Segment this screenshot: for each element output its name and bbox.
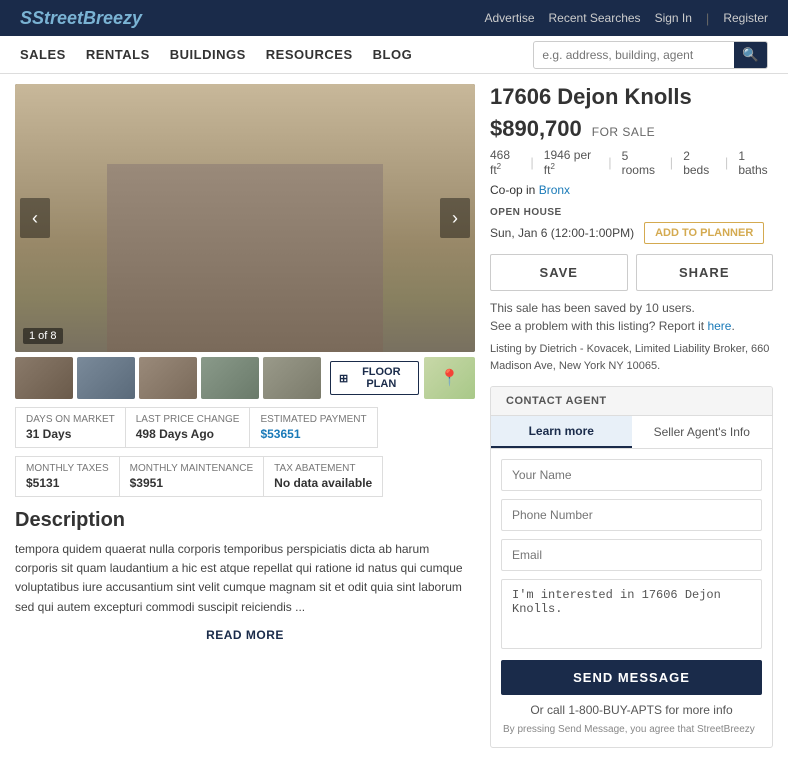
name-input[interactable] (501, 459, 762, 491)
thumbnail-2[interactable] (77, 357, 135, 399)
message-textarea[interactable] (501, 579, 762, 649)
stat-estimated-payment: ESTIMATED PAYMENT $53651 (249, 407, 377, 448)
carousel-prev-button[interactable]: ‹ (20, 198, 50, 238)
thumbnail-1[interactable] (15, 357, 73, 399)
open-house-row: Sun, Jan 6 (12:00-1:00PM) ADD TO PLANNER (490, 222, 773, 244)
stat-days-on-market: DAYS ON MARKET 31 Days (15, 407, 125, 448)
nav-recent-searches[interactable]: Recent Searches (549, 11, 641, 25)
thumbnail-5[interactable] (263, 357, 321, 399)
logo: SStreetBreezy (20, 8, 142, 29)
floor-plan-icon: ⊞ (339, 372, 348, 385)
phone-input[interactable] (501, 499, 762, 531)
property-title: 17606 Dejon Knolls (490, 84, 773, 110)
report-info: See a problem with this listing? Report … (490, 319, 773, 333)
stat-monthly-maintenance: MONTHLY MAINTENANCE $3951 (119, 456, 264, 497)
top-nav: Advertise Recent Searches Sign In | Regi… (484, 11, 768, 26)
nav-resources[interactable]: RESOURCES (266, 47, 353, 62)
call-info: Or call 1-800-BUY-APTS for more info (501, 703, 762, 717)
nav-rentals[interactable]: RENTALS (86, 47, 150, 62)
property-price: $890,700 (490, 116, 582, 142)
read-more-link[interactable]: READ MORE (206, 628, 284, 642)
image-carousel: ‹ › 1 of 8 (15, 84, 475, 352)
stat-last-price-change: LAST PRICE CHANGE 498 Days Ago (125, 407, 250, 448)
disclaimer: By pressing Send Message, you agree that… (501, 723, 762, 737)
carousel-counter: 1 of 8 (23, 328, 63, 344)
contact-header: CONTACT AGENT (491, 387, 772, 416)
save-button[interactable]: SAVE (490, 254, 628, 291)
open-house-label: OPEN HOUSE (490, 207, 773, 218)
search-bar: 🔍 (533, 41, 768, 69)
per-sqft: 1946 per ft2 (544, 148, 598, 177)
rooms: 5 rooms (622, 149, 660, 177)
nav-register[interactable]: Register (723, 11, 768, 25)
nav-advertise[interactable]: Advertise (484, 11, 534, 25)
nav-sales[interactable]: SALES (20, 47, 66, 62)
neighborhood-link[interactable]: Bronx (539, 183, 570, 197)
search-button[interactable]: 🔍 (734, 41, 767, 69)
stat-monthly-taxes: MONTHLY TAXES $5131 (15, 456, 119, 497)
map-thumbnail[interactable] (424, 357, 475, 399)
thumbnail-4[interactable] (201, 357, 259, 399)
send-message-button[interactable]: SEND MESSAGE (501, 660, 762, 695)
main-nav: SALES RENTALS BUILDINGS RESOURCES BLOG 🔍 (0, 36, 788, 74)
report-link[interactable]: here (707, 319, 731, 333)
divider: | (706, 11, 709, 26)
thumbnail-strip: ⊞ FLOOR PLAN (15, 357, 475, 399)
contact-tabs: Learn more Seller Agent's Info (491, 416, 772, 449)
action-buttons: SAVE SHARE (490, 254, 773, 291)
sale-type: FOR SALE (592, 125, 655, 139)
contact-agent-box: CONTACT AGENT Learn more Seller Agent's … (490, 386, 773, 748)
top-header: SStreetBreezy Advertise Recent Searches … (0, 0, 788, 36)
listing-info: Listing by Dietrich - Kovacek, Limited L… (490, 341, 773, 374)
left-column: ‹ › 1 of 8 ⊞ FLOOR PLAN DAYS ON MARKET (15, 84, 475, 748)
add-to-planner-button[interactable]: ADD TO PLANNER (644, 222, 764, 244)
nav-blog[interactable]: BLOG (373, 47, 413, 62)
email-input[interactable] (501, 539, 762, 571)
right-column: 17606 Dejon Knolls $890,700 FOR SALE 468… (490, 84, 773, 748)
sqft: 468 ft2 (490, 148, 520, 177)
tab-learn-more[interactable]: Learn more (491, 416, 632, 448)
description-text: tempora quidem quaerat nulla corporis te… (15, 540, 475, 617)
stats-row-1: DAYS ON MARKET 31 Days LAST PRICE CHANGE… (15, 407, 475, 448)
price-row: $890,700 FOR SALE (490, 116, 773, 142)
stat-tax-abatement: TAX ABATEMENT No data available (263, 456, 383, 497)
main-image (15, 84, 475, 352)
search-input[interactable] (534, 44, 734, 66)
stats-row-2: MONTHLY TAXES $5131 MONTHLY MAINTENANCE … (15, 456, 475, 497)
carousel-next-button[interactable]: › (440, 198, 470, 238)
beds: 2 beds (683, 149, 715, 177)
details-row: 468 ft2 | 1946 per ft2 | 5 rooms | 2 bed… (490, 148, 773, 177)
description-title: Description (15, 509, 475, 532)
logo-s: S (20, 8, 32, 28)
open-house-section: OPEN HOUSE Sun, Jan 6 (12:00-1:00PM) ADD… (490, 207, 773, 244)
location: Co-op in Bronx (490, 183, 773, 197)
nav-buildings[interactable]: BUILDINGS (170, 47, 246, 62)
thumbnail-3[interactable] (139, 357, 197, 399)
floor-plan-button[interactable]: ⊞ FLOOR PLAN (330, 361, 419, 395)
baths: 1 baths (738, 149, 773, 177)
tab-seller-info[interactable]: Seller Agent's Info (632, 416, 773, 448)
contact-form: SEND MESSAGE Or call 1-800-BUY-APTS for … (491, 449, 772, 747)
saved-info: This sale has been saved by 10 users. (490, 301, 773, 315)
thumbnail-extras: ⊞ FLOOR PLAN (330, 357, 475, 399)
nav-sign-in[interactable]: Sign In (655, 11, 692, 25)
open-house-time: Sun, Jan 6 (12:00-1:00PM) (490, 226, 634, 240)
read-more-container: READ MORE (15, 627, 475, 642)
share-button[interactable]: SHARE (636, 254, 774, 291)
